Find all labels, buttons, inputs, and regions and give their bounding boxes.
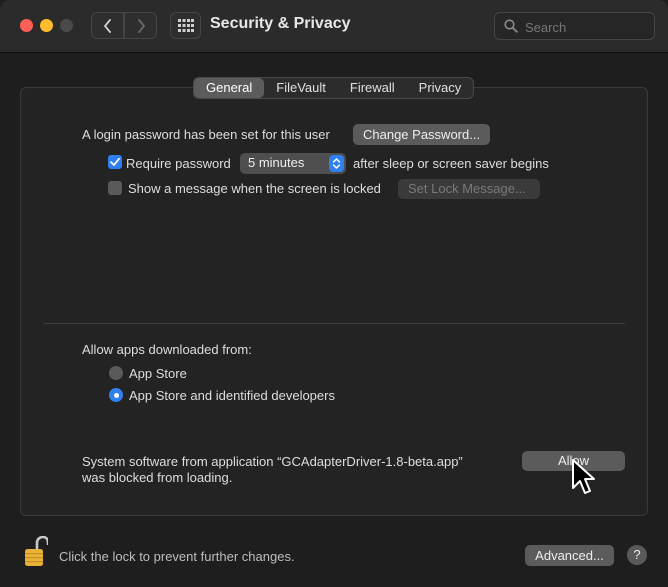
login-password-text: A login password has been set for this u… bbox=[82, 127, 330, 142]
radio-app-store[interactable] bbox=[109, 366, 123, 380]
tab-general[interactable]: General bbox=[194, 78, 265, 98]
tab-privacy[interactable]: Privacy bbox=[407, 78, 474, 98]
minimize-button[interactable] bbox=[40, 19, 53, 32]
back-button[interactable] bbox=[91, 12, 124, 39]
change-password-button[interactable]: Change Password... bbox=[353, 124, 491, 145]
show-message-label: Show a message when the screen is locked bbox=[128, 181, 381, 196]
titlebar: Security & Privacy bbox=[0, 0, 668, 53]
unlocked-lock-icon[interactable] bbox=[24, 536, 48, 568]
require-password-interval-select[interactable]: 5 minutes bbox=[240, 153, 346, 174]
require-password-label: Require password bbox=[126, 156, 231, 171]
window-title: Security & Privacy bbox=[210, 15, 351, 32]
search-icon bbox=[504, 19, 518, 33]
show-message-checkbox[interactable] bbox=[108, 181, 122, 195]
mouse-pointer-icon bbox=[572, 459, 595, 494]
help-button[interactable]: ? bbox=[627, 545, 647, 565]
tab-bar: General FileVault Firewall Privacy bbox=[193, 77, 475, 99]
checkmark-icon bbox=[110, 157, 120, 166]
chevron-right-icon bbox=[137, 18, 145, 33]
zoom-button[interactable] bbox=[60, 19, 73, 32]
radio-app-store-label: App Store bbox=[129, 366, 187, 381]
set-lock-message-button[interactable]: Set Lock Message... bbox=[398, 179, 540, 199]
after-sleep-text: after sleep or screen saver begins bbox=[353, 156, 549, 171]
tab-firewall[interactable]: Firewall bbox=[338, 78, 407, 98]
radio-app-store-identified-label: App Store and identified developers bbox=[129, 388, 335, 403]
select-arrows-icon bbox=[329, 155, 344, 172]
allow-apps-heading: Allow apps downloaded from: bbox=[82, 342, 252, 357]
advanced-button[interactable]: Advanced... bbox=[525, 545, 614, 566]
grid-icon bbox=[177, 19, 194, 32]
section-divider bbox=[43, 323, 625, 324]
require-password-interval-value: 5 minutes bbox=[248, 155, 305, 170]
show-all-button[interactable] bbox=[170, 12, 201, 39]
security-privacy-window: Security & Privacy General FileVault Fir… bbox=[0, 0, 668, 587]
chevron-left-icon bbox=[103, 18, 111, 33]
search-input[interactable] bbox=[523, 17, 647, 37]
lock-status-text: Click the lock to prevent further change… bbox=[59, 549, 295, 564]
forward-button[interactable] bbox=[124, 12, 157, 39]
close-button[interactable] bbox=[20, 19, 33, 32]
tab-filevault[interactable]: FileVault bbox=[264, 78, 338, 98]
search-field[interactable] bbox=[494, 12, 655, 40]
blocked-software-line1: System software from application “GCAdap… bbox=[82, 454, 463, 469]
blocked-software-line2: was blocked from loading. bbox=[82, 470, 233, 485]
require-password-checkbox[interactable] bbox=[108, 155, 122, 169]
radio-app-store-identified[interactable] bbox=[109, 388, 123, 402]
